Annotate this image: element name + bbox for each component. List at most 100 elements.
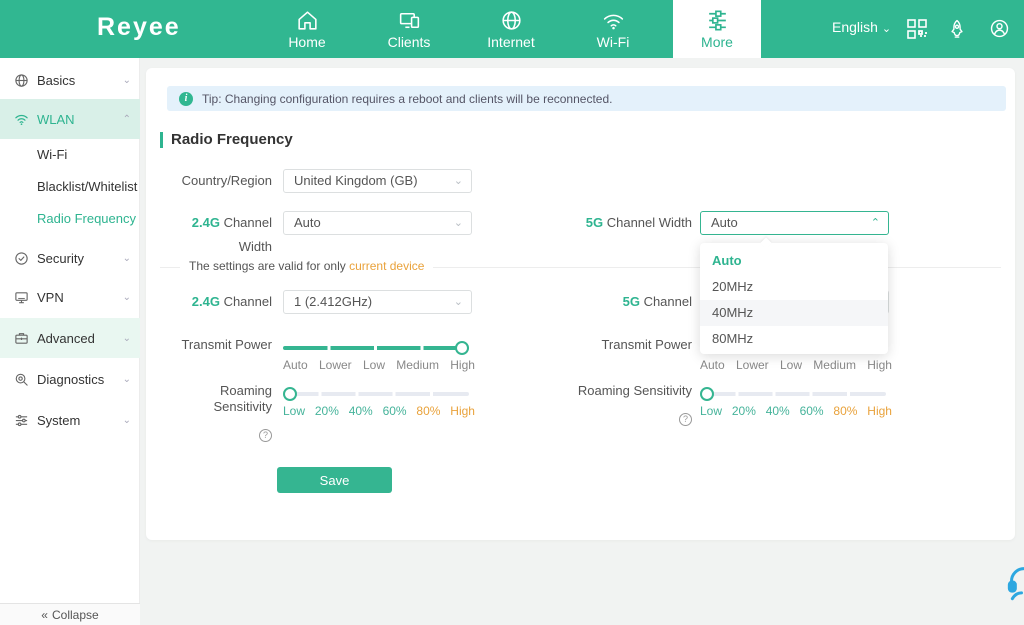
slider-handle[interactable] (455, 341, 469, 355)
shield-check-icon (14, 250, 30, 266)
sidebar-item-basics[interactable]: Basics ⌄ (0, 60, 140, 100)
dropdown-notch (760, 237, 772, 249)
slider-track[interactable] (700, 392, 886, 396)
tab-more[interactable]: More (673, 0, 761, 58)
collapse-icon: « (41, 607, 48, 622)
channel-width-5g-value: Auto (711, 215, 738, 230)
tip-banner: i Tip: Changing configuration requires a… (167, 86, 1006, 111)
chevron-down-icon: ⌄ (122, 373, 131, 385)
sidebar-item-vpn[interactable]: VPN ⌄ (0, 277, 140, 317)
wifi-icon (601, 8, 626, 33)
slider-track[interactable] (283, 346, 469, 350)
slider-track[interactable] (283, 392, 469, 396)
section-title: Radio Frequency (160, 131, 293, 148)
chevron-down-icon: ⌄ (122, 414, 131, 426)
chevron-up-icon: ⌃ (122, 113, 131, 125)
dropdown-option-40mhz[interactable]: 40MHz (700, 300, 888, 326)
dropdown-option-80mhz[interactable]: 80MHz (700, 326, 888, 352)
slider-handle[interactable] (700, 387, 714, 401)
slider-handle[interactable] (283, 387, 297, 401)
transmit-power-24g-row: Transmit Power Auto Lower Low Medium High (162, 337, 475, 372)
chevron-down-icon: ⌄ (453, 217, 463, 229)
tip-text: Tip: Changing configuration requires a r… (202, 91, 613, 106)
channel-width-24g-value: Auto (294, 215, 321, 230)
roaming-sensitivity-24g-label: Roaming Sensitivity ? (213, 383, 272, 442)
chevron-down-icon: ⌄ (122, 74, 131, 86)
info-icon: i (179, 91, 193, 106)
country-region-label: Country/Region (181, 173, 272, 188)
tab-internet[interactable]: Internet (473, 0, 549, 58)
roaming-sensitivity-24g-slider[interactable] (283, 387, 469, 401)
clients-icon (397, 8, 422, 33)
country-region-select[interactable]: United Kingdom (GB) ⌄ (283, 169, 472, 193)
sidebar-item-label: System (37, 412, 81, 428)
channel-width-24g-select[interactable]: Auto ⌄ (283, 211, 472, 235)
account-icon[interactable] (988, 17, 1011, 45)
tab-wifi[interactable]: Wi-Fi (575, 0, 651, 58)
tab-more-label: More (701, 34, 733, 50)
roaming-sensitivity-5g-slider[interactable] (700, 387, 886, 401)
sidebar-subitem-label: Radio Frequency (37, 210, 136, 226)
wifi-icon (14, 111, 30, 127)
sidebar-subitem-label: Wi-Fi (37, 146, 68, 162)
language-selector[interactable]: English ⌄ (832, 19, 891, 35)
sidebar-item-blacklist-whitelist[interactable]: Blacklist/Whitelist (0, 170, 140, 202)
reyee-logo: Reyee (97, 13, 181, 41)
chevron-up-icon: ⌃ (870, 217, 880, 229)
collapse-label: Collapse (51, 607, 99, 622)
channel-width-24g-row: 2.4G Channel Width Auto ⌄ (162, 211, 472, 259)
collapse-sidebar-button[interactable]: « Collapse (0, 603, 140, 625)
help-icon[interactable]: ? (259, 429, 272, 442)
chevron-down-icon: ⌄ (881, 23, 892, 35)
tab-home-label: Home (288, 34, 326, 50)
sidebar-subitem-label: Blacklist/Whitelist (37, 178, 138, 194)
sidebar: Basics ⌄ WLAN ⌃ Wi-Fi Blacklist/Whitelis… (0, 58, 140, 625)
dropdown-option-20mhz[interactable]: 20MHz (700, 274, 888, 300)
country-region-value: United Kingdom (GB) (294, 173, 418, 188)
channel-5g-label: 5G Channel (622, 294, 692, 309)
transmit-power-ticks: Auto Lower Low Medium High (283, 358, 475, 372)
roaming-sensitivity-ticks: Low 20% 40% 60% 80% High (283, 404, 475, 418)
roaming-sensitivity-5g-row: Roaming Sensitivity ? Low 20% 40% 60% 80% Hig… (560, 383, 892, 426)
internet-icon (499, 8, 524, 33)
globe-icon (14, 72, 30, 88)
help-icon[interactable]: ? (679, 413, 692, 426)
transmit-power-5g-label: Transmit Power (601, 337, 692, 352)
chevron-down-icon: ⌄ (122, 332, 131, 344)
channel-width-5g-select[interactable]: Auto ⌃ (700, 211, 889, 235)
sidebar-item-label: WLAN (37, 111, 75, 127)
sidebar-item-label: Basics (37, 72, 76, 88)
customer-support-icon[interactable] (1004, 562, 1024, 602)
sidebar-item-wlan[interactable]: WLAN ⌃ (0, 99, 140, 139)
sidebar-item-radio-frequency[interactable]: Radio Frequency (0, 202, 140, 234)
roaming-sensitivity-ticks: Low 20% 40% 60% 80% High (700, 404, 892, 418)
sidebar-item-security[interactable]: Security ⌄ (0, 238, 140, 278)
current-device-highlight: current device (349, 259, 425, 273)
rocket-icon[interactable] (946, 18, 968, 45)
sidebar-item-label: VPN (37, 289, 64, 305)
sliders-icon (14, 412, 30, 428)
channel-24g-select[interactable]: 1 (2.412GHz) ⌄ (283, 290, 472, 314)
tab-clients[interactable]: Clients (371, 0, 447, 58)
roaming-sensitivity-5g-label: Roaming Sensitivity ? (577, 383, 692, 426)
channel-24g-label: 2.4G Channel (191, 294, 272, 309)
briefcase-icon (14, 330, 30, 346)
tab-home[interactable]: Home (269, 0, 345, 58)
tab-wifi-label: Wi-Fi (596, 34, 630, 50)
country-region-row: Country/Region United Kingdom (GB) ⌄ (162, 169, 472, 193)
dropdown-option-auto[interactable]: Auto (700, 248, 888, 274)
qr-code-icon[interactable] (905, 17, 929, 46)
sidebar-item-label: Diagnostics (37, 371, 105, 387)
sidebar-item-advanced[interactable]: Advanced ⌄ (0, 318, 140, 358)
sidebar-item-system[interactable]: System ⌄ (0, 400, 140, 440)
sidebar-item-label: Advanced (37, 330, 95, 346)
home-icon (295, 8, 320, 33)
chevron-down-icon: ⌄ (122, 252, 131, 264)
chevron-down-icon: ⌄ (453, 296, 463, 308)
transmit-power-24g-slider[interactable] (283, 341, 469, 355)
save-button[interactable]: Save (277, 467, 392, 493)
sidebar-item-diagnostics[interactable]: Diagnostics ⌄ (0, 359, 140, 399)
sidebar-item-wifi[interactable]: Wi-Fi (0, 138, 140, 170)
tab-internet-label: Internet (487, 34, 535, 50)
top-header: Reyee Home Clients Internet Wi-Fi More E… (0, 0, 1024, 58)
